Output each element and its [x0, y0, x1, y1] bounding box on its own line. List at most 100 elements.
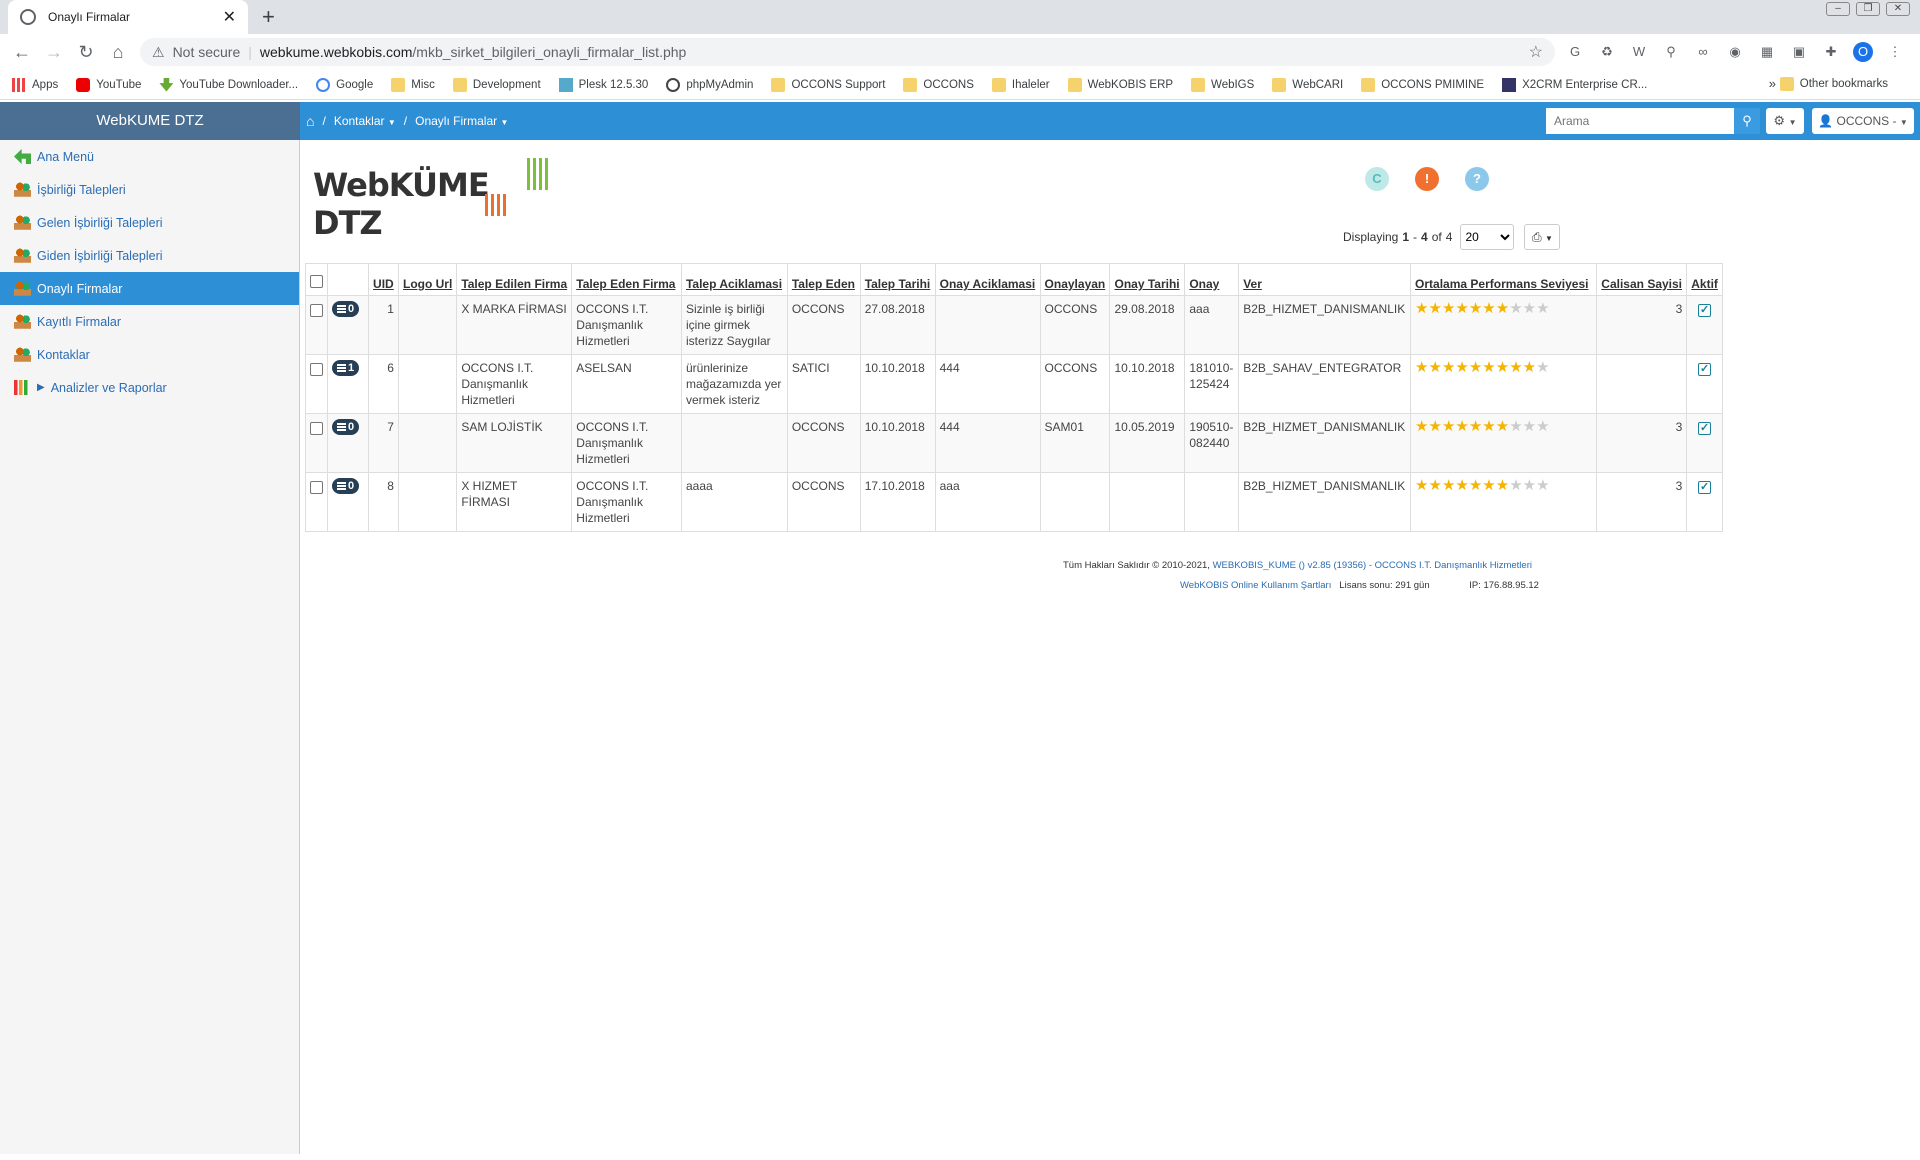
reload-icon[interactable]: ↻ [70, 42, 102, 63]
sidebar-item-onayli-firmalar[interactable]: Onaylı Firmalar [0, 272, 299, 305]
apps-grid-icon [12, 77, 26, 92]
terms-link[interactable]: WebKOBIS Online Kullanım Şartları [1180, 580, 1331, 591]
onay-cell: aaa [1184, 295, 1240, 355]
page-size-select[interactable]: 20 [1460, 224, 1515, 250]
col-onay-tarihi[interactable]: Onay Tarihi [1109, 263, 1186, 296]
sidebar-item-kontaklar[interactable]: Kontaklar [0, 338, 299, 371]
bookmark-occons-support[interactable]: OCCONS Support [771, 77, 885, 92]
col-talep-eden[interactable]: Talep Eden [786, 263, 861, 296]
bookmark-webigs[interactable]: WebIGS [1191, 77, 1254, 92]
col-onay[interactable]: Onay [1184, 263, 1240, 296]
sidebar-item-kayitli-firmalar[interactable]: Kayıtlı Firmalar [0, 305, 299, 338]
pin-icon[interactable]: ⚲ [1661, 42, 1681, 62]
bookmark-occons-pmimine[interactable]: OCCONS PMIMINE [1361, 77, 1484, 92]
puzzle-icon[interactable]: ✚ [1821, 42, 1841, 62]
row-checkbox[interactable] [310, 304, 323, 317]
close-window-icon[interactable]: ✕ [1886, 2, 1910, 16]
bookmark-development[interactable]: Development [452, 77, 541, 92]
bookmarks-overflow-icon[interactable]: » [1769, 76, 1776, 91]
infinity-icon[interactable]: ∞ [1693, 42, 1713, 62]
bookmark-star-icon[interactable]: ☆ [1529, 42, 1543, 62]
row-checkbox[interactable] [310, 422, 323, 435]
back-icon[interactable]: ← [6, 42, 38, 63]
app-brand[interactable]: WebKUME DTZ [0, 102, 300, 140]
recycle-icon[interactable]: ♻ [1597, 42, 1617, 62]
sidebar-item-gelen-isbirligi[interactable]: Gelen İşbirliği Talepleri [0, 206, 299, 239]
col-talep-edilen-firma[interactable]: Talep Edilen Firma [456, 263, 573, 296]
aktif-checkbox[interactable]: ✓ [1698, 481, 1712, 494]
profile-avatar[interactable]: O [1853, 42, 1873, 62]
bookmark-youtube[interactable]: YouTube [76, 77, 141, 92]
bookmark-google[interactable]: Google [316, 77, 373, 92]
sidebar-item-isbirligi-talepleri[interactable]: İşbirliği Talepleri [0, 173, 299, 206]
aktif-checkbox[interactable]: ✓ [1698, 422, 1712, 435]
aktif-checkbox[interactable]: ✓ [1698, 363, 1712, 376]
home-icon[interactable]: ⌂ [102, 42, 134, 63]
print-button[interactable]: ⎙ ▼ [1524, 224, 1561, 250]
browser-tab[interactable]: Onaylı Firmalar ✕ [8, 0, 248, 34]
row-checkbox[interactable] [310, 363, 323, 376]
grammarly-icon[interactable]: ◉ [1725, 42, 1745, 62]
logo-wordmark: WebKÜME DTZ [313, 166, 490, 242]
bookmark-occons[interactable]: OCCONS [903, 77, 974, 92]
col-onaylayan[interactable]: Onaylayan [1039, 263, 1111, 296]
star-filled-icon: ★ [1428, 359, 1442, 376]
bookmark-other[interactable]: Other bookmarks [1779, 77, 1888, 91]
html-icon[interactable]: ▦ [1757, 42, 1777, 62]
breadcrumb: ⌂ / Kontaklar ▼ / Onaylı Firmalar ▼ [306, 102, 508, 140]
alert-icon[interactable]: ! [1415, 167, 1439, 191]
minimize-icon[interactable]: – [1826, 2, 1850, 16]
details-badge-button[interactable]: 1 [332, 360, 360, 376]
bookmark-ihaleler[interactable]: Ihaleler [991, 77, 1050, 92]
bookmark-misc[interactable]: Misc [391, 77, 435, 92]
col-ortalama-performans[interactable]: Ortalama Performans Seviyesi [1410, 263, 1598, 296]
row-checkbox[interactable] [310, 481, 323, 494]
close-tab-icon[interactable]: ✕ [223, 7, 236, 27]
help-icon[interactable]: ? [1465, 167, 1489, 191]
aktif-checkbox[interactable]: ✓ [1698, 304, 1712, 317]
col-uid[interactable]: UID [368, 263, 399, 296]
details-badge-button[interactable]: 0 [332, 419, 360, 435]
col-onay-aciklamasi[interactable]: Onay Aciklamasi [934, 263, 1041, 296]
breadcrumb-onayli-firmalar[interactable]: Onaylı Firmalar ▼ [415, 114, 508, 128]
sidebar-item-ana-menu[interactable]: Ana Menü [0, 140, 299, 173]
row-select-cell [305, 354, 328, 414]
settings-button[interactable]: ⚙ ▼ [1766, 108, 1804, 134]
bookmark-youtube-downloader[interactable]: YouTube Downloader... [159, 77, 298, 92]
col-talep-eden-firma[interactable]: Talep Eden Firma [571, 263, 682, 296]
user-menu-button[interactable]: 👤 OCCONS - ▼ [1812, 108, 1914, 134]
restore-icon[interactable]: ❐ [1856, 2, 1880, 16]
bookmark-phpmyadmin[interactable]: phpMyAdmin [666, 77, 753, 92]
menu-icon[interactable]: ⋮ [1885, 42, 1905, 62]
bookmark-webkobis-erp[interactable]: WebKOBIS ERP [1067, 77, 1173, 92]
bookmark-x2crm[interactable]: X2CRM Enterprise CR... [1502, 77, 1647, 92]
select-all-checkbox[interactable] [310, 275, 323, 288]
breadcrumb-kontaklar[interactable]: Kontaklar ▼ [334, 114, 396, 128]
col-talep-tarihi[interactable]: Talep Tarihi [859, 263, 936, 296]
home-icon[interactable]: ⌂ [306, 113, 314, 129]
address-bar[interactable]: ⚠ Not secure | webkume.webkobis.com /mkb… [140, 38, 1555, 66]
star-empty-icon: ★ [1522, 418, 1537, 435]
col-logo-url[interactable]: Logo Url [397, 263, 458, 296]
details-badge-button[interactable]: 0 [332, 301, 360, 317]
sidebar-item-analizler[interactable]: ▶ Analizler ve Raporlar [0, 371, 299, 404]
col-calisan-sayisi[interactable]: Calisan Sayisi [1596, 263, 1688, 296]
version-link[interactable]: WEBKOBIS_KUME () v2.85 (19356) - OCCONS … [1213, 560, 1532, 571]
sidebar-item-giden-isbirligi[interactable]: Giden İşbirliği Talepleri [0, 239, 299, 272]
bookmark-webcari[interactable]: WebCARI [1272, 77, 1343, 92]
wiki-icon[interactable]: W [1629, 42, 1649, 62]
search-input[interactable] [1546, 108, 1734, 134]
row-actions-cell: 0 [326, 413, 370, 473]
col-ver[interactable]: Ver [1238, 263, 1412, 296]
bookmark-plesk[interactable]: Plesk 12.5.30 [558, 77, 648, 92]
translate-icon[interactable]: G [1565, 42, 1585, 62]
ext-badge-icon[interactable]: ▣ [1789, 42, 1809, 62]
bookmark-apps[interactable]: Apps [12, 77, 58, 92]
col-aktif[interactable]: Aktif [1686, 263, 1723, 296]
details-badge-button[interactable]: 0 [332, 478, 360, 494]
search-icon[interactable]: ⚲ [1734, 108, 1760, 134]
new-tab-button[interactable]: + [262, 4, 275, 30]
forward-icon[interactable]: → [38, 42, 70, 63]
refresh-status-icon[interactable]: C [1365, 167, 1389, 191]
col-talep-aciklamasi[interactable]: Talep Aciklamasi [680, 263, 788, 296]
